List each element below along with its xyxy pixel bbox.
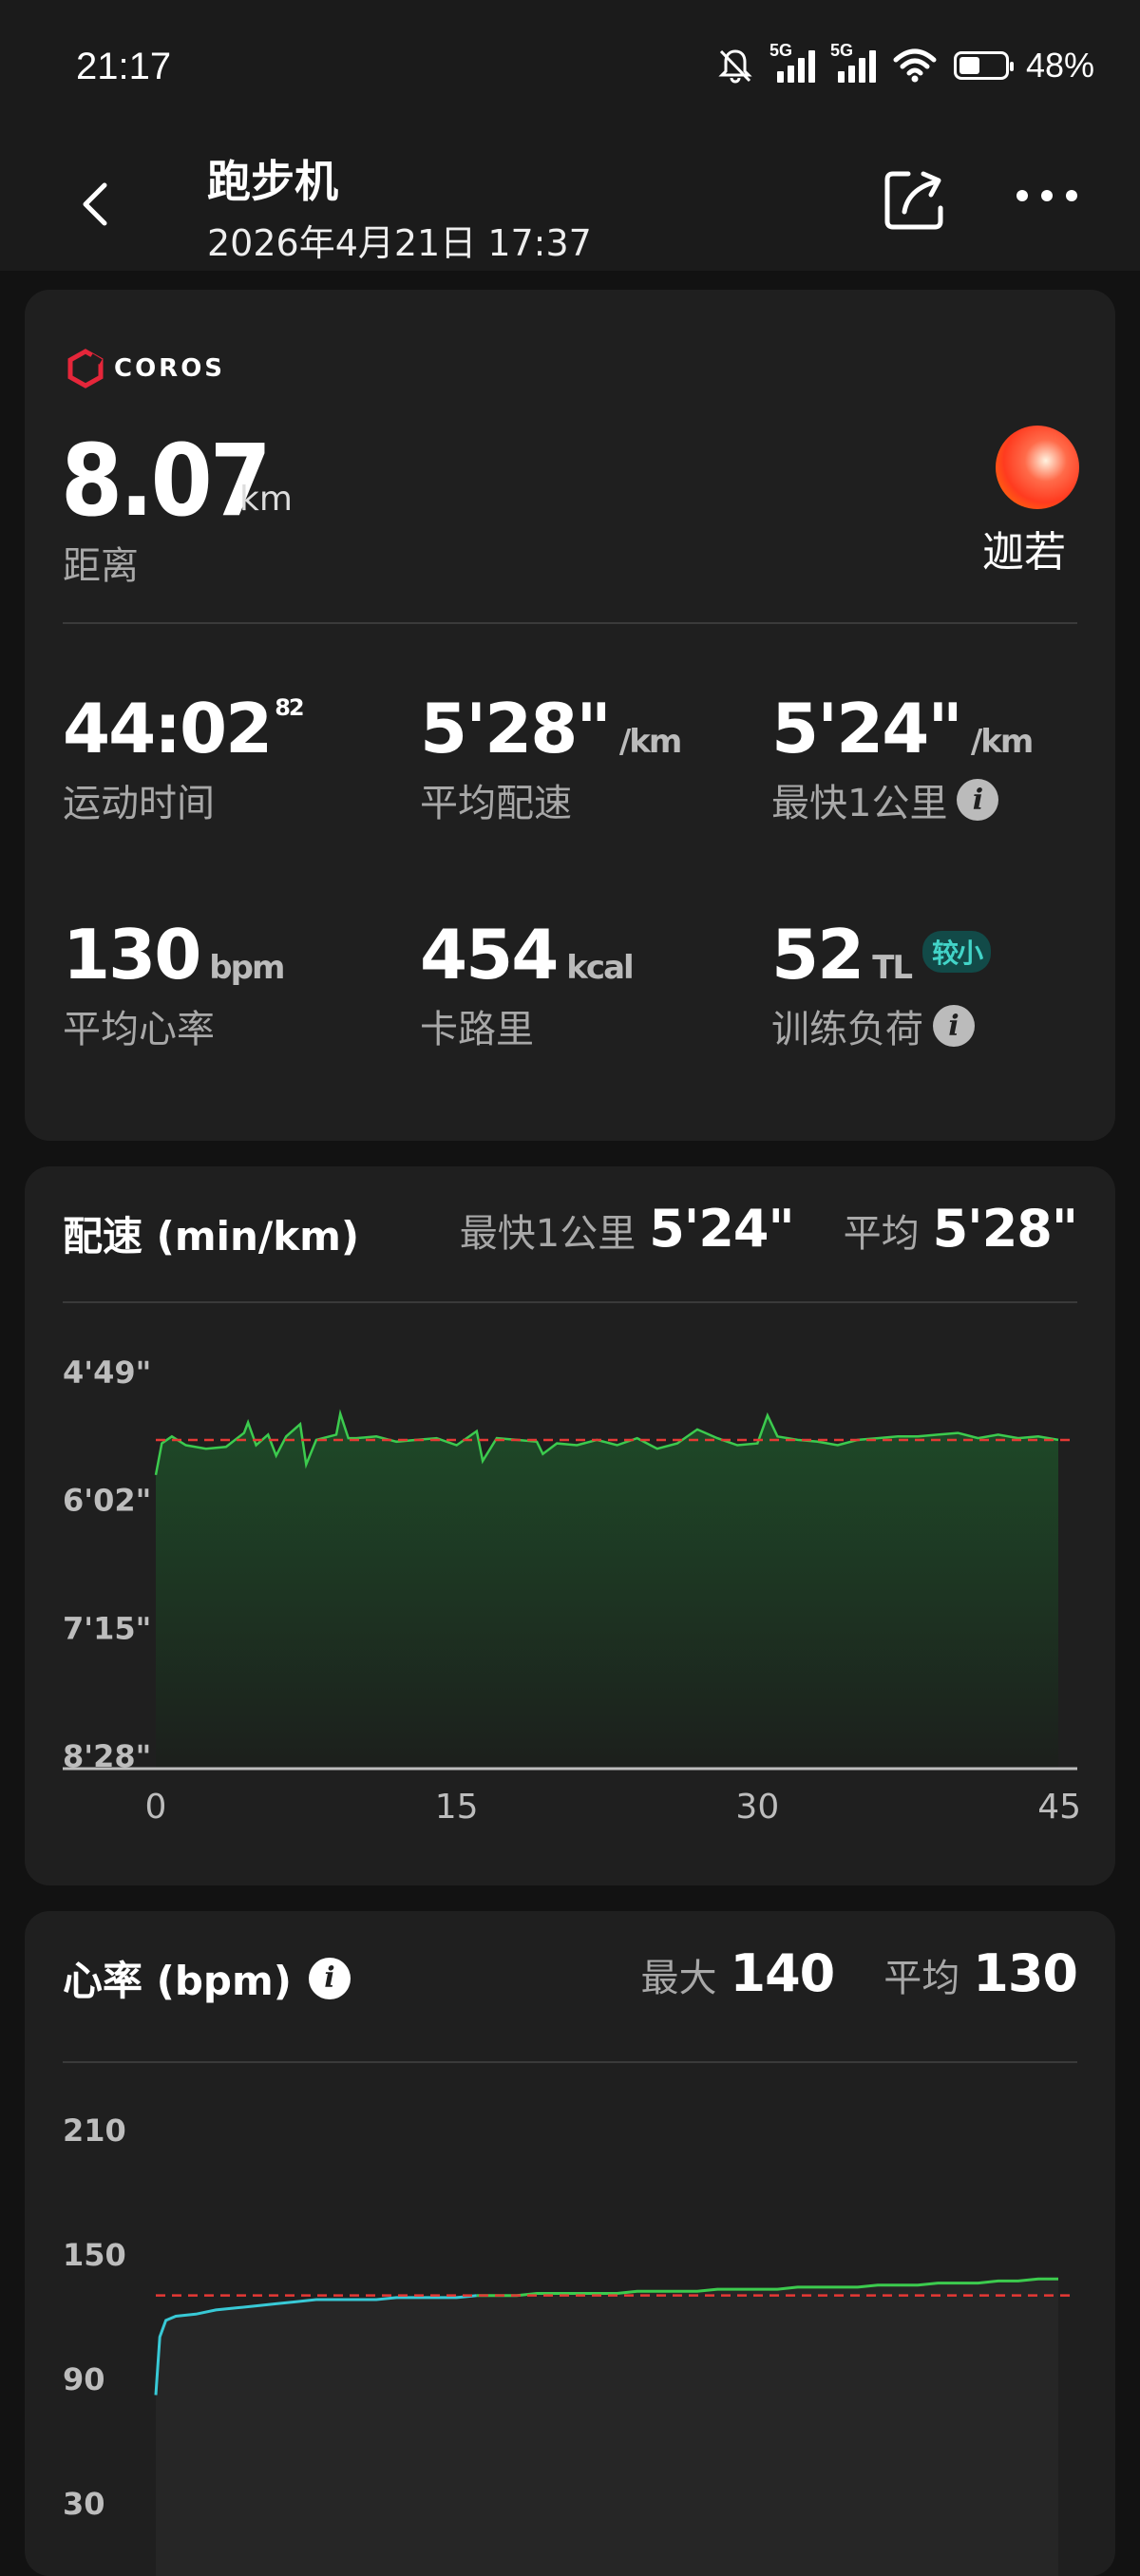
network-label: 5G (769, 41, 792, 60)
pace-chart[interactable]: 4'49"6'02"7'15"8'28"0 15 30 45 (25, 1166, 1115, 1885)
share-icon[interactable] (882, 166, 948, 233)
stat-duration: 44:02 82 运动时间 (63, 689, 305, 827)
coros-logo: COROS (66, 349, 225, 388)
page-title: 跑步机 (207, 156, 338, 207)
training-load-value: 52 (771, 915, 864, 994)
avg-pace-value: 5'28" (420, 689, 612, 768)
wifi-icon (893, 48, 937, 83)
duration-label: 运动时间 (63, 782, 215, 825)
pace-x-tick-label: 15 (435, 1788, 479, 1827)
brand-name: COROS (114, 354, 226, 383)
stat-avg-pace: 5'28"/km 平均配速 (420, 689, 682, 827)
hr-area (156, 2279, 1058, 2576)
status-bar: 21:17 5G 5G 48% (0, 0, 1140, 138)
hr-y-tick-label: 210 (63, 2112, 126, 2149)
avg-hr-label: 平均心率 (63, 1008, 215, 1051)
pace-x-tick-label: 0 (145, 1788, 167, 1827)
stat-training-load: 52 TL 较小 训练负荷 i (771, 915, 992, 1053)
heart-rate-chart[interactable]: 210 150 90 30 (25, 1911, 1115, 2576)
hr-y-tick-label: 30 (63, 2486, 105, 2522)
bell-muted-icon (718, 49, 752, 84)
cell-signal-icon: 5G (830, 41, 876, 83)
calories-label: 卡路里 (420, 1008, 534, 1051)
battery-icon (953, 51, 1014, 80)
battery-percent: 48% (1025, 46, 1094, 85)
pace-y-tick-label: 7'15" (63, 1610, 151, 1646)
pace-x-tick-label: 45 (1037, 1788, 1081, 1827)
duration-centiseconds: 82 (275, 694, 304, 721)
coros-hexagon-icon (67, 349, 104, 388)
cell-signal-icon: 5G (770, 41, 815, 83)
avg-pace-label: 平均配速 (420, 782, 572, 825)
training-load-unit: TL (872, 949, 913, 987)
calories-value: 454 (420, 915, 559, 994)
distance-value: 8.07 (61, 423, 272, 539)
stat-avg-hr: 130 bpm 平均心率 (63, 915, 285, 1053)
info-icon[interactable]: i (957, 779, 999, 821)
pace-y-tick-label: 4'49" (63, 1354, 151, 1391)
duration-value: 44:02 (63, 689, 273, 768)
hr-y-tick-label: 90 (63, 2361, 105, 2397)
more-options-icon[interactable] (1016, 190, 1083, 209)
stat-calories: 454 kcal 卡路里 (420, 915, 635, 1053)
heart-rate-chart-card: 心率 (bpm) i 最大 140 平均 130 210 150 90 30 (25, 1911, 1115, 2576)
network-label: 5G (829, 41, 853, 60)
distance-label: 距离 (63, 544, 139, 588)
avg-pace-unit: /km (618, 723, 682, 761)
avg-hr-unit: bpm (209, 949, 285, 987)
avg-hr-value: 130 (63, 915, 201, 994)
summary-card: COROS 8.07 km 距离 迦若 44:02 82 运动时间 5'28"/k… (25, 290, 1115, 1141)
avatar[interactable] (996, 426, 1079, 509)
training-load-label: 训练负荷 (771, 1008, 923, 1051)
pace-y-tick-label: 6'02" (63, 1483, 151, 1519)
user-name[interactable]: 迦若 (982, 518, 1066, 578)
fastest-km-value: 5'24" (771, 689, 963, 768)
training-load-badge: 较小 (922, 931, 992, 974)
status-time: 21:17 (76, 46, 172, 87)
fastest-km-label: 最快1公里 (771, 782, 948, 825)
stat-fastest-km: 5'24"/km 最快1公里 i (771, 689, 1034, 827)
pace-area (156, 1413, 1058, 1769)
hr-y-tick-label: 150 (63, 2237, 126, 2273)
pace-chart-card: 配速 (min/km) 最快1公里 5'24" 平均 5'28" 4'49" 6'… (25, 1166, 1115, 1885)
distance-unit: km (239, 480, 293, 519)
fastest-km-unit: /km (970, 723, 1034, 761)
top-app-bar: 跑步机 2026年4月21日 17:37 (0, 138, 1140, 271)
status-icons: 5G 5G 48% (716, 41, 1094, 85)
activity-datetime: 2026年4月21日 17:37 (207, 222, 592, 264)
back-icon[interactable] (68, 176, 125, 233)
calories-unit: kcal (566, 949, 634, 987)
pace-x-tick-label: 30 (735, 1788, 779, 1827)
divider (63, 622, 1077, 624)
info-icon[interactable]: i (933, 1005, 975, 1047)
